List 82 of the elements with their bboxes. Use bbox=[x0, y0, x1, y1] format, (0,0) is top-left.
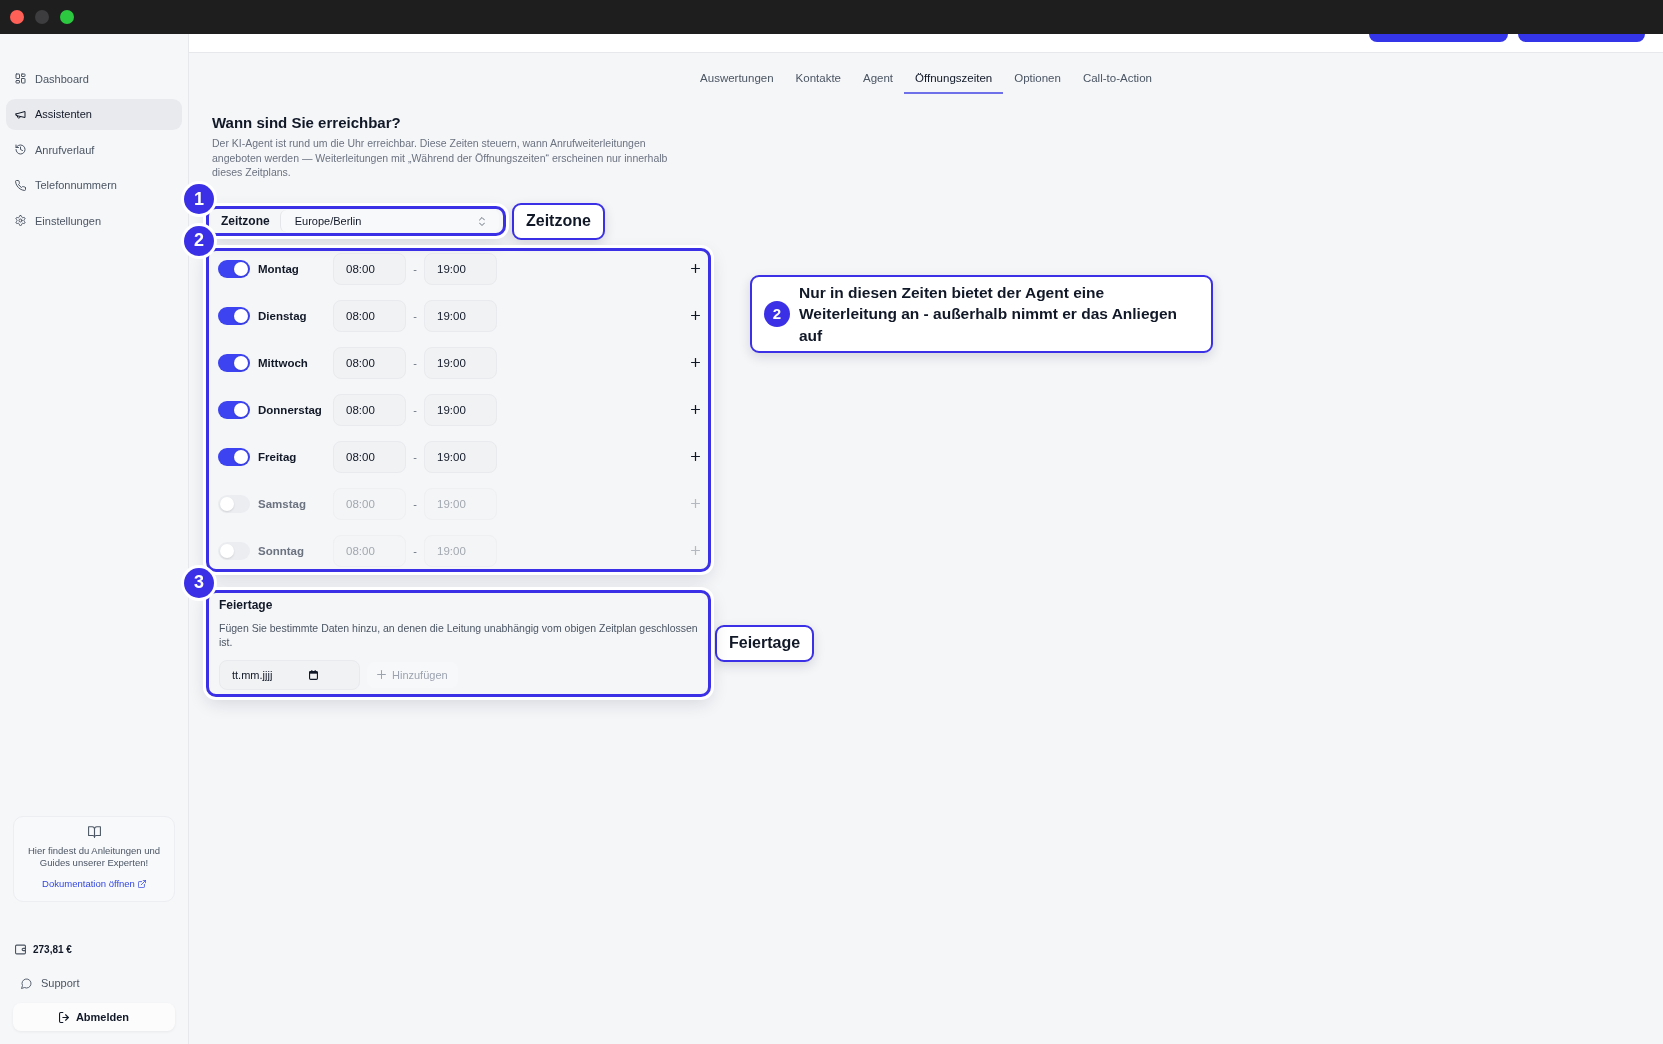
time-separator: - bbox=[412, 309, 418, 322]
time-field[interactable]: 19:00 bbox=[424, 393, 497, 426]
time-field[interactable]: 19:00 bbox=[424, 346, 497, 379]
window-control-icon[interactable] bbox=[60, 10, 74, 24]
time-field[interactable]: 08:00 bbox=[333, 393, 406, 426]
day-label: Montag bbox=[258, 262, 300, 275]
toggle-switch[interactable] bbox=[218, 494, 250, 513]
time-field[interactable]: 08:00 bbox=[333, 299, 406, 332]
time-field[interactable]: 08:00 bbox=[333, 252, 406, 285]
number-badge: 2 bbox=[184, 225, 214, 256]
tab[interactable]: Öffnungszeiten bbox=[904, 64, 1004, 94]
plus-icon[interactable] bbox=[691, 264, 700, 273]
toggle-switch[interactable] bbox=[218, 259, 250, 278]
toggle-switch[interactable] bbox=[218, 447, 250, 466]
docs-link[interactable]: Dokumentation öffnen bbox=[42, 878, 146, 889]
cropped-button[interactable] bbox=[1369, 34, 1508, 42]
callout: Feiertage bbox=[715, 624, 815, 662]
nav-item[interactable]: Telefonnummern bbox=[6, 169, 182, 201]
logout-button[interactable]: Abmelden bbox=[13, 1003, 175, 1031]
window-control-icon[interactable] bbox=[10, 10, 24, 24]
time-separator: - bbox=[412, 356, 418, 369]
date-field[interactable]: tt.mm.jjjj bbox=[219, 659, 360, 690]
nav-item[interactable]: Assistenten bbox=[6, 98, 182, 130]
time-separator: - bbox=[412, 544, 418, 557]
docs-text: Hier findest du Anleitungen und Guides unserer Experten! bbox=[26, 845, 161, 869]
day-label: Freitag bbox=[258, 450, 298, 463]
field-label: Zeitzone bbox=[221, 214, 270, 228]
section-heading: Feiertage bbox=[219, 596, 274, 613]
toggle-switch[interactable] bbox=[218, 541, 250, 560]
nav-item[interactable]: Dashboard bbox=[6, 63, 182, 94]
history-icon bbox=[15, 144, 26, 156]
tab[interactable]: Kontakte bbox=[784, 64, 852, 94]
day-label: Mittwoch bbox=[258, 356, 309, 369]
time-field[interactable]: 08:00 bbox=[333, 440, 406, 473]
nav-item[interactable]: Anrufverlauf bbox=[6, 134, 182, 166]
external-link-icon bbox=[137, 879, 146, 888]
day-label: Samstag bbox=[258, 497, 307, 510]
phone-icon bbox=[15, 179, 26, 191]
day-label: Dienstag bbox=[258, 309, 308, 322]
plus-icon[interactable] bbox=[691, 311, 700, 320]
section-heading: Wann sind Sie erreichbar? bbox=[212, 113, 402, 133]
time-field[interactable]: 08:00 bbox=[333, 346, 406, 379]
time-field[interactable]: 19:00 bbox=[424, 252, 497, 285]
tab[interactable]: Optionen bbox=[1003, 64, 1072, 94]
logout-icon bbox=[58, 1011, 70, 1023]
section-description: Der KI-Agent ist rund um die Uhr erreichbar. Diese Zeiten steuern, wann Anrufweiterleitungen angeboten werden — Weiterleitungen mit „Während der Öffnungszeiten“ erscheinen nur innerhalb dieses Zeitplans. bbox=[212, 136, 669, 180]
toggle-switch[interactable] bbox=[218, 306, 250, 325]
wallet-icon bbox=[15, 943, 26, 955]
time-separator: - bbox=[412, 450, 418, 463]
toggle-switch[interactable] bbox=[218, 400, 250, 419]
callout-text: Nur in diesen Zeiten bietet der Agent eine Weiterleitung an - außerhalb nimmt er das Anliegen auf bbox=[799, 282, 1179, 346]
book-icon bbox=[87, 826, 101, 838]
toggle-switch[interactable] bbox=[218, 353, 250, 372]
plus-icon[interactable] bbox=[691, 452, 700, 461]
time-separator: - bbox=[412, 262, 418, 275]
day-label: Donnerstag bbox=[258, 403, 323, 416]
plus-icon bbox=[377, 670, 386, 679]
settings-icon bbox=[15, 215, 26, 227]
cropped-button[interactable] bbox=[1518, 34, 1645, 42]
tab[interactable]: Call-to-Action bbox=[1071, 64, 1163, 94]
chat-bubble-icon bbox=[21, 977, 32, 989]
calendar-icon bbox=[309, 669, 318, 680]
time-separator: - bbox=[412, 403, 418, 416]
plus-icon[interactable] bbox=[691, 358, 700, 367]
megaphone-icon bbox=[15, 108, 26, 120]
tab[interactable]: Agent bbox=[852, 64, 905, 94]
dashboard-icon bbox=[15, 73, 26, 84]
tab[interactable]: Auswertungen bbox=[689, 64, 785, 94]
number-badge: 1 bbox=[184, 184, 214, 214]
day-label: Sonntag bbox=[258, 544, 305, 557]
number-badge: 3 bbox=[184, 567, 214, 598]
nav-item[interactable]: Einstellungen bbox=[6, 205, 182, 237]
support-link[interactable]: Support bbox=[6, 973, 182, 993]
time-separator: - bbox=[412, 497, 418, 510]
callout: Zeitzone bbox=[512, 202, 605, 240]
section-description: Fügen Sie bestimmte Daten hinzu, an denen die Leitung unabhängig vom obigen Zeitplan geschlossen ist. bbox=[219, 620, 698, 650]
chevron-up-down-icon bbox=[479, 216, 485, 226]
time-field[interactable]: 19:00 bbox=[424, 440, 497, 473]
plus-icon[interactable] bbox=[691, 405, 700, 414]
balance-amount: 273,81 € bbox=[33, 943, 72, 955]
number-badge: 2 bbox=[764, 300, 790, 327]
time-field[interactable]: 19:00 bbox=[424, 299, 497, 332]
